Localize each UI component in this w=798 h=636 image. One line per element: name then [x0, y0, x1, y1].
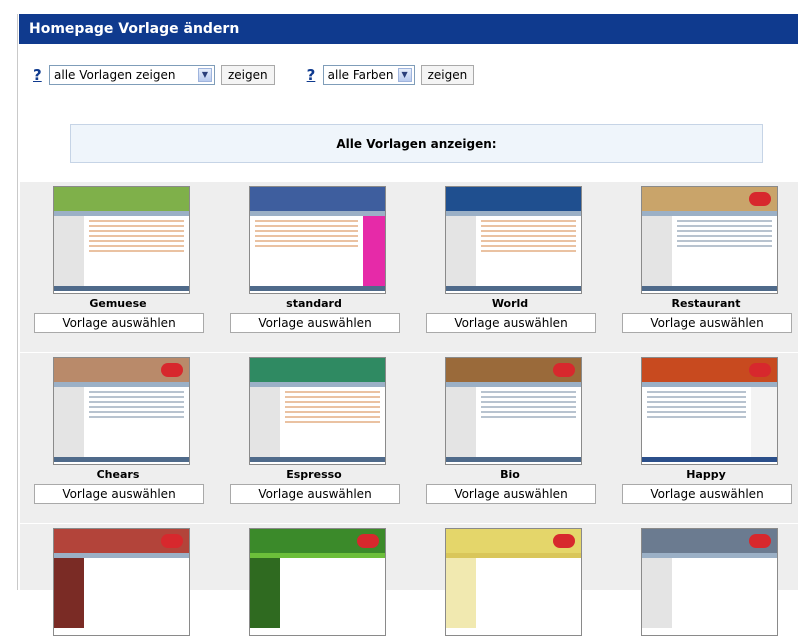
- template-thumbnail[interactable]: [641, 528, 778, 636]
- help-link-colors[interactable]: ?: [307, 66, 321, 84]
- thumb-header: [446, 358, 581, 382]
- thumb-body: [446, 387, 581, 457]
- template-name: Happy: [686, 468, 726, 481]
- thumb-header: [250, 358, 385, 382]
- template-row: [20, 524, 798, 636]
- thumb-footer: [250, 286, 385, 291]
- thumb-header: [446, 529, 581, 553]
- thumb-footer: [250, 457, 385, 462]
- logo-icon: [749, 534, 771, 548]
- thumb-footer: [54, 286, 189, 291]
- thumb-body: [250, 387, 385, 457]
- thumb-header: [642, 529, 777, 553]
- logo-icon: [553, 363, 575, 377]
- template-name: World: [491, 297, 529, 310]
- thumb-body: [446, 216, 581, 286]
- info-box: Alle Vorlagen anzeigen:: [70, 124, 763, 163]
- thumb-header: [642, 187, 777, 211]
- templates-select[interactable]: alle Vorlagen zeigen ▼: [49, 65, 215, 85]
- thumb-header: [250, 529, 385, 553]
- template-thumbnail[interactable]: [53, 357, 190, 465]
- thumb-header: [54, 358, 189, 382]
- thumb-header: [250, 187, 385, 211]
- chevron-down-icon[interactable]: ▼: [198, 68, 212, 82]
- template-thumbnail[interactable]: [641, 357, 778, 465]
- template-thumbnail[interactable]: [53, 528, 190, 636]
- template-thumbnail[interactable]: [249, 186, 386, 294]
- choose-template-button[interactable]: Vorlage auswählen: [230, 313, 400, 333]
- template-name: Chears: [96, 468, 140, 481]
- chevron-down-icon[interactable]: ▼: [397, 68, 412, 82]
- page-title: Homepage Vorlage ändern: [29, 21, 240, 37]
- choose-template-button[interactable]: Vorlage auswählen: [622, 484, 792, 504]
- choose-template-button[interactable]: Vorlage auswählen: [230, 484, 400, 504]
- choose-template-button[interactable]: Vorlage auswählen: [34, 484, 204, 504]
- thumb-footer: [446, 457, 581, 462]
- template-name: Gemuese: [89, 297, 147, 310]
- choose-template-button[interactable]: Vorlage auswählen: [34, 313, 204, 333]
- thumb-body: [250, 216, 385, 286]
- thumb-footer: [54, 457, 189, 462]
- thumb-body: [642, 216, 777, 286]
- template-thumbnail[interactable]: [641, 186, 778, 294]
- thumb-header: [54, 187, 189, 211]
- colors-select-value: alle Farben: [327, 68, 394, 82]
- logo-icon: [161, 534, 183, 548]
- thumb-header: [446, 187, 581, 211]
- template-name: Espresso: [286, 468, 342, 481]
- thumb-body: [54, 558, 189, 628]
- thumb-body: [642, 558, 777, 628]
- logo-icon: [357, 534, 379, 548]
- logo-icon: [553, 534, 575, 548]
- template-name: standard: [286, 297, 342, 310]
- thumb-header: [642, 358, 777, 382]
- logo-icon: [749, 363, 771, 377]
- thumb-footer: [642, 286, 777, 291]
- template-name: Bio: [500, 468, 520, 481]
- template-name: Restaurant: [671, 297, 741, 310]
- template-thumbnail[interactable]: [53, 186, 190, 294]
- thumb-body: [446, 558, 581, 628]
- template-row: Gemuese Vorlage auswählen standard Vorla…: [20, 182, 798, 352]
- thumb-body: [54, 216, 189, 286]
- thumb-body: [250, 558, 385, 628]
- templates-select-value: alle Vorlagen zeigen: [54, 68, 176, 82]
- choose-template-button[interactable]: Vorlage auswählen: [426, 313, 596, 333]
- template-thumbnail[interactable]: [249, 357, 386, 465]
- choose-template-button[interactable]: Vorlage auswählen: [622, 313, 792, 333]
- thumb-footer: [446, 286, 581, 291]
- thumb-body: [54, 387, 189, 457]
- thumb-header: [54, 529, 189, 553]
- thumb-footer: [642, 457, 777, 462]
- template-thumbnail[interactable]: [249, 528, 386, 636]
- show-colors-button[interactable]: zeigen: [420, 65, 475, 85]
- colors-select[interactable]: alle Farben ▼: [322, 65, 415, 85]
- template-row: Chears Vorlage auswählen Espresso Vorlag…: [20, 353, 798, 523]
- logo-icon: [749, 192, 771, 206]
- template-thumbnail[interactable]: [445, 186, 582, 294]
- show-templates-button[interactable]: zeigen: [221, 65, 275, 85]
- logo-icon: [161, 363, 183, 377]
- thumb-body: [642, 387, 777, 457]
- help-link-templates[interactable]: ?: [33, 66, 47, 84]
- info-text: Alle Vorlagen anzeigen:: [336, 137, 497, 151]
- filter-bar: ? alle Vorlagen zeigen ▼ zeigen ? alle F…: [33, 63, 475, 87]
- template-thumbnail[interactable]: [445, 528, 582, 636]
- page-header: Homepage Vorlage ändern: [19, 14, 798, 44]
- template-thumbnail[interactable]: [445, 357, 582, 465]
- choose-template-button[interactable]: Vorlage auswählen: [426, 484, 596, 504]
